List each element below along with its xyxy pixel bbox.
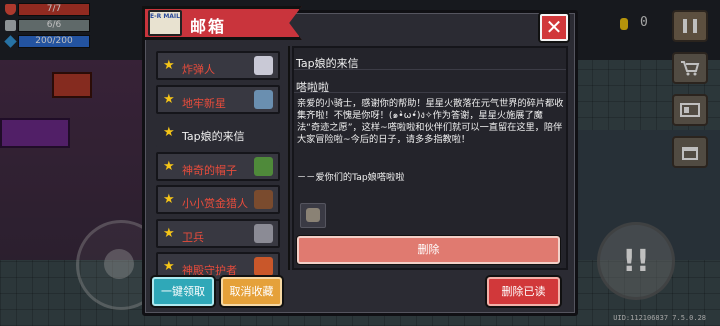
mail-item[interactable]: ★ Tap娘的来信 bbox=[156, 118, 280, 147]
star-icon: ★ bbox=[163, 259, 175, 274]
list-divider bbox=[288, 46, 290, 270]
subject-divider bbox=[294, 69, 566, 70]
mail-icon-text: E-R MAIL bbox=[150, 13, 180, 20]
mail-item[interactable]: ★ 卫兵 bbox=[156, 218, 280, 248]
star-icon: ★ bbox=[163, 225, 175, 241]
mail-item[interactable]: ★ 神奇的帽子 bbox=[156, 151, 280, 181]
mail-item[interactable]: ★ 小小赏金猎人 bbox=[156, 185, 280, 214]
guard-icon bbox=[254, 223, 273, 243]
mail-item[interactable]: ★ 炸弹人 bbox=[156, 51, 280, 80]
mail-item-label: Tap娘的来信 bbox=[182, 130, 245, 143]
dialog-title: 邮箱 bbox=[190, 17, 227, 36]
knight-icon bbox=[254, 89, 273, 109]
cancel-favorite-button[interactable]: 取消收藏 bbox=[221, 277, 282, 306]
mail-item[interactable]: ★ 地牢新星 bbox=[156, 84, 280, 114]
temple-icon bbox=[254, 257, 273, 276]
mail-icon: E-R MAIL bbox=[148, 10, 182, 36]
mail-item-label: 地牢新星 bbox=[182, 96, 226, 110]
mail-body: 亲爱的小骑士，感谢你的帮助！星星火散落在元气世界的碎片都收集齐啦！不愧是你呀！(… bbox=[297, 98, 564, 145]
star-icon: ★ bbox=[163, 58, 175, 73]
close-button[interactable]: ✕ bbox=[540, 14, 568, 41]
star-icon: ★ bbox=[163, 91, 175, 107]
mail-item-label: 神奇的帽子 bbox=[182, 163, 237, 177]
mail-signature: －－爱你们的Tap娘嗒啦啦 bbox=[297, 172, 405, 183]
delete-read-button[interactable]: 删除已读 bbox=[487, 277, 560, 306]
mail-item-label: 神殿守护者 bbox=[182, 264, 237, 277]
sender-divider bbox=[294, 92, 566, 93]
star-icon: ★ bbox=[163, 192, 175, 207]
mail-item-label: 卫兵 bbox=[182, 230, 204, 244]
helmet-icon bbox=[306, 208, 320, 222]
mail-item-label: 炸弹人 bbox=[182, 63, 215, 76]
bomber-icon bbox=[254, 56, 273, 75]
hunter-icon bbox=[254, 190, 273, 209]
hat-icon bbox=[254, 156, 273, 176]
star-icon: ★ bbox=[163, 125, 175, 140]
collect-all-button[interactable]: 一键领取 bbox=[152, 277, 214, 306]
star-icon: ★ bbox=[163, 158, 175, 174]
delete-button[interactable]: 删除 bbox=[297, 236, 560, 264]
mail-item-label: 小小赏金猎人 bbox=[182, 197, 248, 210]
